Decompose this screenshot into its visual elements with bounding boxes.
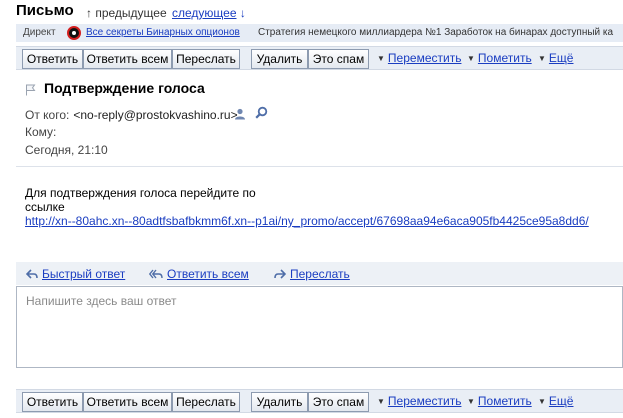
quick-reply-bar: Быстрый ответ Ответить всем Переслать — [16, 262, 623, 285]
next-message-label: следующее — [172, 6, 237, 20]
quick-reply-link[interactable]: Быстрый ответ — [25, 267, 125, 281]
spam-button[interactable]: Это спам — [308, 49, 369, 69]
from-row: От кого: <no-reply@prostokvashino.ru> — [25, 108, 238, 122]
next-message-link[interactable]: следующее ↓ — [172, 6, 246, 20]
caret-down-icon: ▼ — [377, 54, 385, 63]
flag-icon[interactable] — [25, 84, 36, 96]
reply-all-arrow-icon — [148, 269, 163, 279]
confirmation-link[interactable]: http://xn--80ahc.xn--80adtfsbafbkmm6f.xn… — [25, 214, 589, 228]
prev-message-label: предыдущее — [95, 6, 167, 20]
page-header: Письмо ↑ предыдущее следующее ↓ — [0, 0, 623, 24]
arrow-down-icon: ↓ — [239, 6, 246, 20]
reply-all-button[interactable]: Ответить всем — [83, 49, 172, 69]
move-dropdown[interactable]: ▼ Переместить — [377, 51, 461, 65]
direct-label: Директ — [23, 27, 56, 38]
quick-reply-all-link[interactable]: Ответить всем — [148, 267, 249, 281]
sender-address[interactable]: <no-reply@prostokvashino.ru> — [73, 108, 237, 122]
reply-all-button[interactable]: Ответить всем — [83, 392, 172, 412]
reply-button[interactable]: Ответить — [22, 392, 83, 412]
header-divider — [16, 166, 623, 167]
message-subject: Подтверждение голоса — [44, 80, 205, 96]
reply-button[interactable]: Ответить — [22, 49, 83, 69]
prev-message-link[interactable]: ↑ предыдущее — [86, 6, 167, 20]
message-date: Сегодня, 21:10 — [25, 143, 108, 157]
ad-logo-icon — [67, 26, 81, 40]
caret-down-icon: ▼ — [467, 397, 475, 406]
add-contact-icon[interactable] — [234, 108, 246, 120]
page-title: Письмо — [16, 2, 74, 19]
ad-link[interactable]: Все секреты Бинарных опционов — [86, 27, 240, 38]
reply-arrow-icon — [25, 269, 38, 279]
caret-down-icon: ▼ — [377, 397, 385, 406]
direct-ad-strip: Директ Все секреты Бинарных опционов Стр… — [16, 24, 623, 42]
delete-button[interactable]: Удалить — [251, 392, 308, 412]
caret-down-icon: ▼ — [538, 397, 546, 406]
to-label: Кому: — [25, 125, 57, 139]
search-icon[interactable] — [255, 106, 268, 119]
forward-arrow-icon — [274, 269, 287, 279]
forward-button[interactable]: Переслать — [172, 392, 240, 412]
spam-button[interactable]: Это спам — [308, 392, 369, 412]
reply-textarea[interactable] — [16, 286, 623, 368]
more-dropdown[interactable]: ▼ Ещё — [538, 394, 573, 408]
more-dropdown[interactable]: ▼ Ещё — [538, 51, 573, 65]
mark-dropdown[interactable]: ▼ Пометить — [467, 394, 532, 408]
arrow-up-icon: ↑ — [86, 6, 92, 20]
to-row: Кому: — [25, 125, 56, 139]
forward-button[interactable]: Переслать — [172, 49, 240, 69]
message-body-text: Для подтверждения голоса перейдите по сс… — [25, 186, 256, 214]
ad-text: Стратегия немецкого миллиардера №1 Зараб… — [258, 27, 614, 38]
from-label: От кого: — [25, 108, 70, 122]
caret-down-icon: ▼ — [538, 54, 546, 63]
message-toolbar-bottom: Ответить Ответить всем Переслать Удалить… — [16, 389, 623, 413]
mark-dropdown[interactable]: ▼ Пометить — [467, 51, 532, 65]
delete-button[interactable]: Удалить — [251, 49, 308, 69]
move-dropdown[interactable]: ▼ Переместить — [377, 394, 461, 408]
message-toolbar-top: Ответить Ответить всем Переслать Удалить… — [16, 46, 623, 70]
caret-down-icon: ▼ — [467, 54, 475, 63]
quick-forward-link[interactable]: Переслать — [274, 267, 350, 281]
